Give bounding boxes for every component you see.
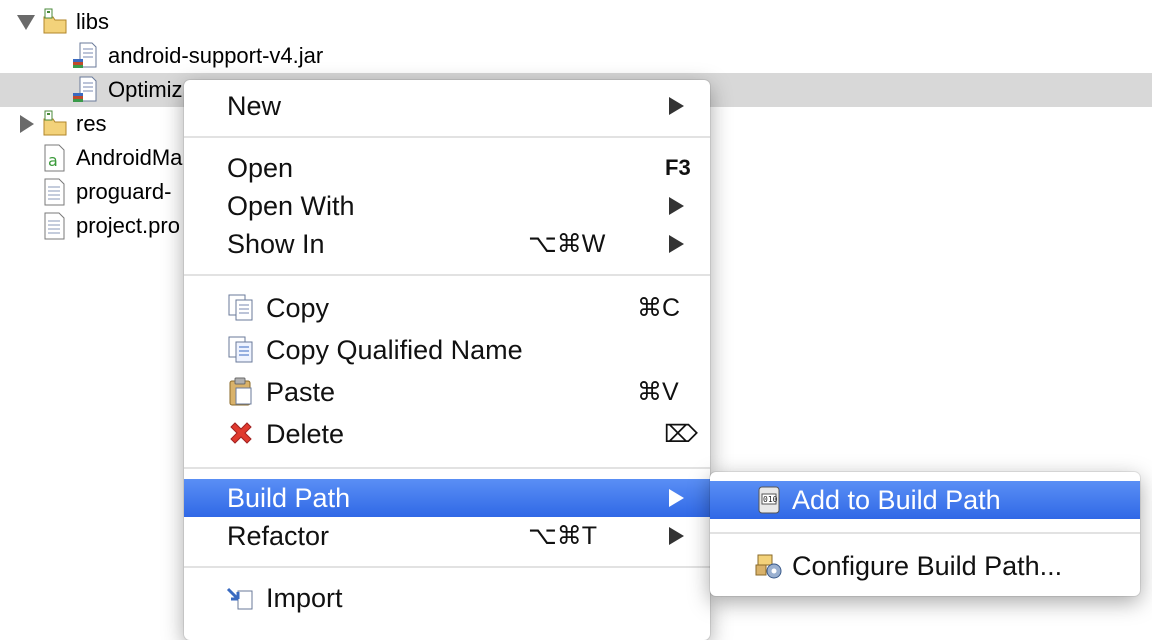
submenu-arrow-icon <box>669 235 684 253</box>
android-manifest-icon: a <box>44 144 65 172</box>
menu-shortcut: ⌦ <box>664 420 698 448</box>
text-file-icon <box>44 178 65 206</box>
tree-item-label: android-support-v4.jar <box>108 43 324 68</box>
submenu-item-add-to-build-path[interactable]: 010 Add to Build Path <box>710 481 1140 519</box>
expand-triangle-icon[interactable] <box>20 115 34 133</box>
menu-item-label: Paste <box>266 376 336 407</box>
menu-item-label: Copy <box>266 292 330 323</box>
tree-item-libs[interactable]: libs <box>0 5 1152 39</box>
menu-separator <box>184 136 710 138</box>
tree-item-label: project.pro <box>76 213 180 238</box>
menu-item-open[interactable]: Open F3 <box>184 149 710 187</box>
collapse-triangle-icon[interactable] <box>17 15 35 30</box>
submenu-arrow-icon <box>669 489 684 507</box>
menu-separator <box>184 566 710 568</box>
configure-build-path-icon <box>755 554 782 579</box>
menu-item-open-with[interactable]: Open With <box>184 187 710 225</box>
menu-item-copy[interactable]: Copy ⌘C <box>184 289 710 327</box>
copy-icon <box>228 294 253 321</box>
jar-file-icon <box>73 76 97 102</box>
menu-shortcut: ⌘C <box>637 294 681 322</box>
submenu-item-configure-build-path[interactable]: Configure Build Path... <box>710 547 1140 585</box>
menu-shortcut: ⌘V <box>637 378 679 406</box>
menu-item-label: Open With <box>227 190 355 221</box>
submenu-arrow-icon <box>669 197 684 215</box>
menu-item-label: Configure Build Path... <box>792 550 1063 581</box>
menu-item-new[interactable]: New <box>184 87 710 125</box>
menu-item-label: Show In <box>227 228 325 259</box>
add-to-build-path-icon: 010 <box>758 486 780 514</box>
tree-item-jar[interactable]: android-support-v4.jar <box>0 39 1152 73</box>
tree-item-label: AndroidMa <box>76 145 183 170</box>
menu-item-delete[interactable]: Delete ⌦ <box>184 415 710 453</box>
delete-icon <box>230 422 252 444</box>
menu-item-paste[interactable]: Paste ⌘V <box>184 373 710 411</box>
tree-item-label: res <box>76 111 107 136</box>
menu-separator <box>184 274 710 276</box>
menu-separator <box>710 532 1140 534</box>
menu-item-label: Import <box>266 582 343 613</box>
menu-item-label: New <box>227 90 282 121</box>
menu-item-label: Copy Qualified Name <box>266 334 523 365</box>
menu-separator <box>184 467 710 469</box>
build-path-submenu: 010 Add to Build Path Configure Build Pa… <box>710 472 1140 596</box>
submenu-arrow-icon <box>669 527 684 545</box>
menu-item-label: Build Path <box>227 482 351 513</box>
menu-shortcut: F3 <box>665 155 691 180</box>
copy-qualified-name-icon <box>228 336 253 363</box>
menu-item-label: Add to Build Path <box>792 484 1001 515</box>
submenu-arrow-icon <box>669 97 684 115</box>
folder-resources-icon <box>43 110 67 136</box>
svg-text:a: a <box>48 151 58 170</box>
jar-file-icon <box>73 42 97 68</box>
menu-item-build-path[interactable]: Build Path <box>184 479 710 517</box>
menu-item-refactor[interactable]: Refactor ⌥⌘T <box>184 517 710 555</box>
menu-shortcut: ⌥⌘W <box>528 230 606 258</box>
tree-item-label: libs <box>76 9 110 34</box>
menu-item-label: Refactor <box>227 520 330 551</box>
folder-library-icon <box>43 8 67 34</box>
menu-item-label: Delete <box>266 418 345 449</box>
menu-shortcut: ⌥⌘T <box>528 522 598 550</box>
menu-item-show-in[interactable]: Show In ⌥⌘W <box>184 225 710 263</box>
paste-icon <box>229 377 252 406</box>
tree-item-label: proguard- <box>76 179 172 204</box>
svg-text:010: 010 <box>763 495 778 504</box>
text-file-icon <box>44 212 65 240</box>
import-icon <box>226 587 253 610</box>
menu-item-copy-qualified-name[interactable]: Copy Qualified Name <box>184 331 710 369</box>
menu-item-import[interactable]: Import <box>184 579 710 617</box>
tree-item-label: Optimiz <box>108 77 183 102</box>
context-menu: New Open F3 Open With Show In ⌥⌘W Copy ⌘… <box>184 80 710 640</box>
menu-item-label: Open <box>227 152 294 183</box>
